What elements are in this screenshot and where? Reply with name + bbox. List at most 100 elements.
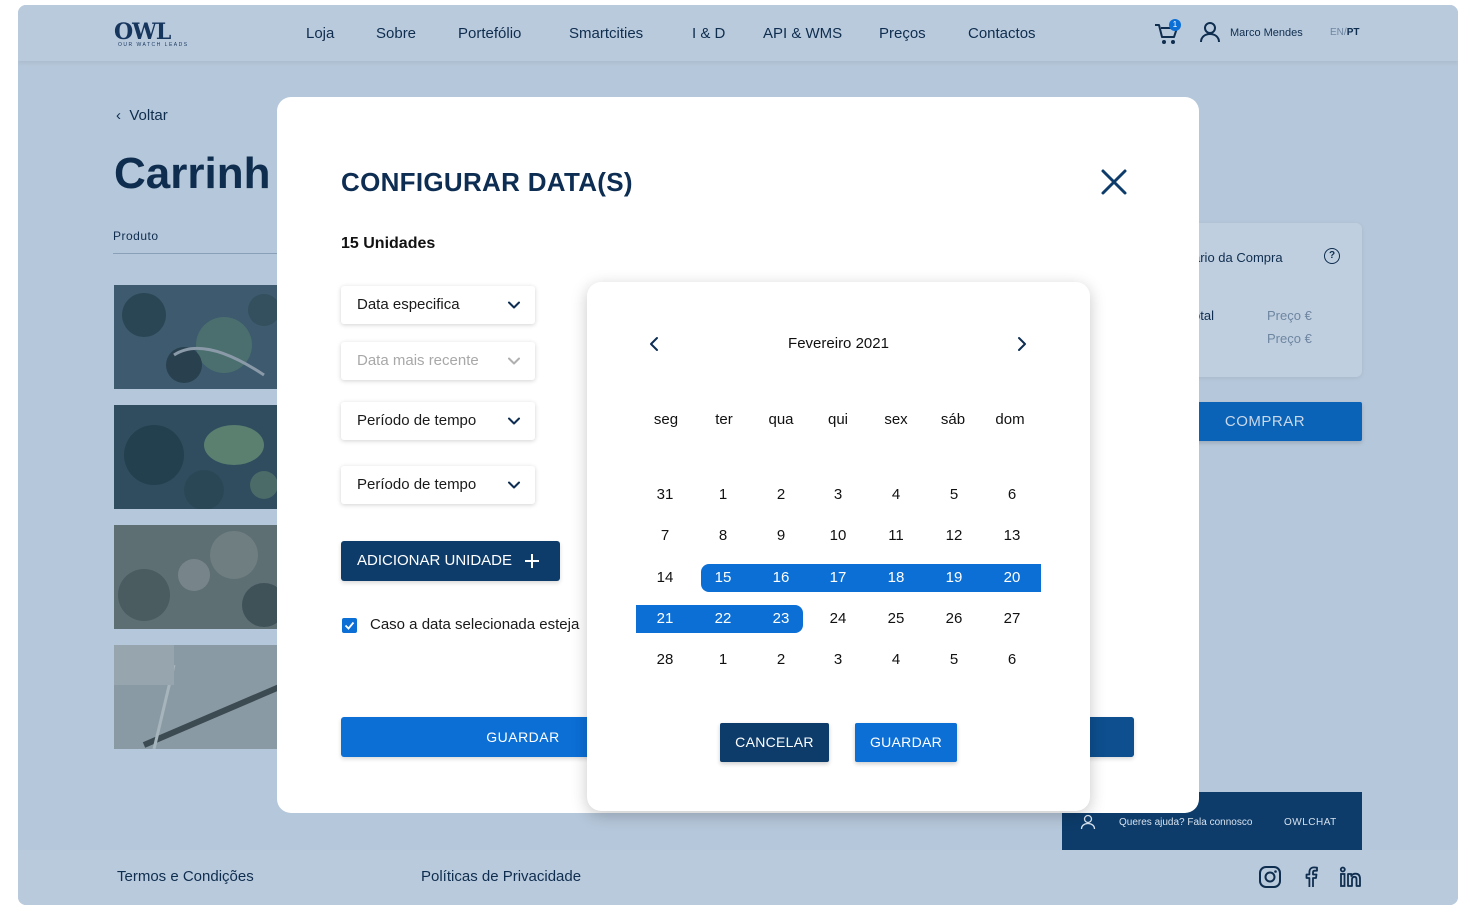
top-navbar: OWL OUR WATCH LEADS Loja Sobre Portefóli… xyxy=(18,5,1458,61)
chevron-left-icon: ‹ xyxy=(116,107,130,124)
select-value: Período de tempo xyxy=(357,476,477,493)
summary-price: Preço € xyxy=(1267,308,1312,323)
close-icon[interactable] xyxy=(1099,167,1129,197)
instagram-icon[interactable] xyxy=(1258,865,1282,889)
nav-item-contactos[interactable]: Contactos xyxy=(968,25,1036,42)
calendar-day[interactable]: 2 xyxy=(752,481,810,509)
calendar-day[interactable]: 28 xyxy=(636,646,694,674)
help-icon[interactable]: ? xyxy=(1324,248,1340,264)
calendar-day[interactable]: 27 xyxy=(983,605,1041,633)
calendar-day[interactable]: 8 xyxy=(694,522,752,550)
calendar-day-selected[interactable]: 18 xyxy=(867,564,925,592)
calendar-day-other-month[interactable]: 1 xyxy=(694,646,752,674)
calendar-day-other-month[interactable]: 2 xyxy=(752,646,810,674)
chat-brand[interactable]: OWLCHAT xyxy=(1284,817,1337,828)
calendar-day-other-month[interactable]: 3 xyxy=(809,646,867,674)
summary-price: Preço € xyxy=(1267,331,1312,346)
nav-item-loja[interactable]: Loja xyxy=(306,25,334,42)
language-switcher[interactable]: EN/PT xyxy=(1330,27,1359,38)
calendar-day-selected[interactable]: 23 xyxy=(752,605,810,633)
footer-terms-link[interactable]: Termos e Condições xyxy=(117,868,254,885)
user-icon[interactable] xyxy=(1200,21,1220,43)
calendar-day-selected[interactable]: 19 xyxy=(925,564,983,592)
time-period-select[interactable]: Período de tempo xyxy=(341,466,535,504)
product-thumbnail[interactable] xyxy=(114,405,284,509)
chat-user-icon xyxy=(1080,814,1096,830)
linkedin-icon[interactable] xyxy=(1338,865,1362,889)
calendar-day-selected[interactable]: 22 xyxy=(694,605,752,633)
calendar-day[interactable]: 14 xyxy=(636,564,694,592)
calendar-day-selected[interactable]: 20 xyxy=(983,564,1041,592)
calendar-day-selected[interactable]: 15 xyxy=(694,564,752,592)
calendar-day[interactable]: 11 xyxy=(867,522,925,550)
product-thumbnail[interactable] xyxy=(114,645,284,749)
date-fallback-checkbox[interactable] xyxy=(342,618,357,633)
weekday-label: qui xyxy=(827,411,849,428)
column-header-product: Produto xyxy=(113,229,159,243)
modal-title: CONFIGURAR DATA(S) xyxy=(341,167,633,197)
logo-tagline: OUR WATCH LEADS xyxy=(118,42,189,48)
calendar-day[interactable]: 25 xyxy=(867,605,925,633)
units-count: 15 Unidades xyxy=(341,235,436,252)
page-title: Carrinh xyxy=(114,149,271,198)
nav-item-smartcities[interactable]: Smartcities xyxy=(569,25,643,42)
chevron-right-icon[interactable] xyxy=(1015,335,1029,353)
user-name[interactable]: Marco Mendes xyxy=(1230,27,1303,39)
product-thumbnail[interactable] xyxy=(114,285,284,389)
back-link[interactable]: ‹ Voltar xyxy=(116,107,168,124)
weekday-label: sex xyxy=(884,411,908,428)
back-label: Voltar xyxy=(129,107,168,124)
calendar-day[interactable]: 26 xyxy=(925,605,983,633)
weekday-label: seg xyxy=(653,411,679,428)
select-value: Data especifica xyxy=(357,296,460,313)
calendar-day[interactable]: 10 xyxy=(809,522,867,550)
calendar-day-other-month[interactable]: 4 xyxy=(867,646,925,674)
chevron-down-icon xyxy=(508,417,520,425)
calendar-day[interactable]: 1 xyxy=(694,481,752,509)
calendar-day[interactable]: 12 xyxy=(925,522,983,550)
check-icon xyxy=(344,621,355,630)
calendar-day[interactable]: 24 xyxy=(809,605,867,633)
weekday-label: qua xyxy=(768,411,794,428)
lang-en[interactable]: EN xyxy=(1330,27,1344,38)
calendar-cancel-button[interactable]: CANCELAR xyxy=(720,723,829,762)
weekday-label: dom xyxy=(995,411,1025,428)
date-picker-popup: Fevereiro 2021 seg ter qua qui sex sáb d… xyxy=(587,282,1090,811)
calendar-day-selected[interactable]: 21 xyxy=(636,605,694,633)
nav-item-precos[interactable]: Preços xyxy=(879,25,926,42)
calendar-day[interactable]: 9 xyxy=(752,522,810,550)
weekday-label: sáb xyxy=(940,411,966,428)
calendar-save-button[interactable]: GUARDAR xyxy=(855,723,957,762)
facebook-icon[interactable] xyxy=(1299,865,1323,889)
select-value: Data mais recente xyxy=(357,352,479,369)
calendar-day[interactable]: 4 xyxy=(867,481,925,509)
calendar-day[interactable]: 5 xyxy=(925,481,983,509)
weekday-label: ter xyxy=(715,411,733,428)
calendar-day[interactable]: 3 xyxy=(809,481,867,509)
owl-logo[interactable]: OWL OUR WATCH LEADS xyxy=(114,19,208,51)
calendar-day[interactable]: 13 xyxy=(983,522,1041,550)
date-type-select[interactable]: Data especifica xyxy=(341,286,535,324)
calendar-day[interactable]: 7 xyxy=(636,522,694,550)
calendar-day-other-month[interactable]: 6 xyxy=(983,646,1041,674)
nav-item-i-d[interactable]: I & D xyxy=(692,25,725,42)
calendar-day-selected[interactable]: 17 xyxy=(809,564,867,592)
time-period-select[interactable]: Período de tempo xyxy=(341,402,535,440)
select-value: Período de tempo xyxy=(357,412,477,429)
purchase-summary-title: ário da Compra xyxy=(1193,250,1283,265)
lang-pt[interactable]: PT xyxy=(1347,27,1360,38)
add-unit-button[interactable]: ADICIONAR UNIDADE xyxy=(341,541,560,581)
chat-prompt: Queres ajuda? Fala connosco xyxy=(1119,817,1253,828)
nav-item-sobre[interactable]: Sobre xyxy=(376,25,416,42)
recent-date-select[interactable]: Data mais recente xyxy=(341,342,535,380)
nav-item-api-wms[interactable]: API & WMS xyxy=(763,25,842,42)
product-thumbnail[interactable] xyxy=(114,525,284,629)
calendar-day-other-month[interactable]: 31 xyxy=(636,481,694,509)
calendar-day[interactable]: 6 xyxy=(983,481,1041,509)
calendar-day-selected[interactable]: 16 xyxy=(752,564,810,592)
calendar-day-other-month[interactable]: 5 xyxy=(925,646,983,674)
nav-item-portefolio[interactable]: Portefólio xyxy=(458,25,521,42)
chevron-down-icon xyxy=(508,481,520,489)
add-unit-label: ADICIONAR UNIDADE xyxy=(357,552,513,569)
footer-privacy-link[interactable]: Políticas de Privacidade xyxy=(421,868,581,885)
